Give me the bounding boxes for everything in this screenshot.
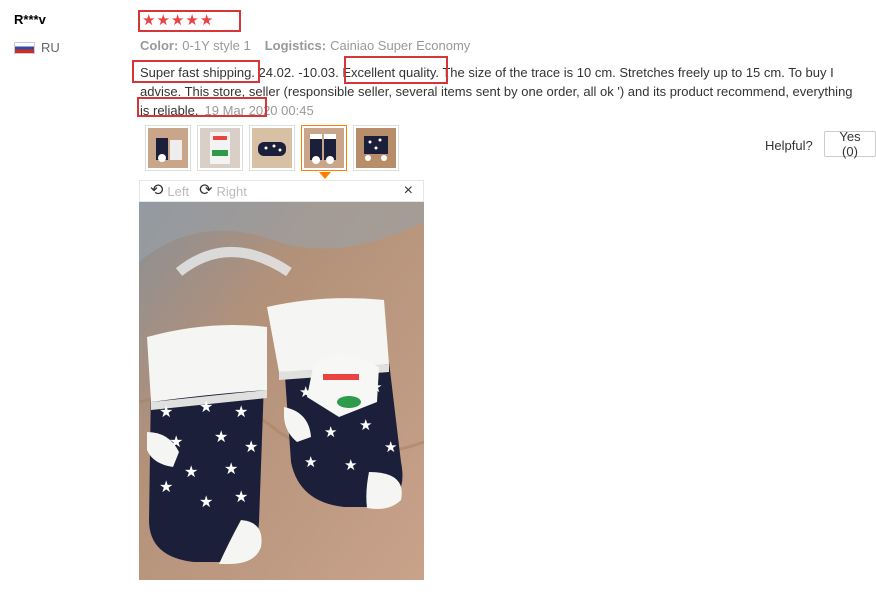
close-icon[interactable]: × <box>404 182 413 200</box>
rotate-left-icon: ⟲ <box>150 182 164 199</box>
rotate-right-button[interactable]: ⟳ Right <box>199 183 247 199</box>
active-thumbnail-indicator <box>319 172 331 179</box>
svg-text:★: ★ <box>169 434 183 451</box>
svg-text:★: ★ <box>159 404 173 421</box>
country-code: RU <box>41 40 60 55</box>
review-text-segment: . 24.02. -10.03. <box>251 65 343 80</box>
color-info: Color: 0-1Y style 1 <box>140 38 251 53</box>
svg-text:★: ★ <box>184 464 198 481</box>
review-highlight-quality: Excellent quality <box>342 65 436 80</box>
review-text-segment: . <box>194 103 199 118</box>
logistics-label: Logistics: <box>264 38 327 53</box>
color-label: Color: <box>140 38 179 53</box>
svg-text:★: ★ <box>344 457 357 474</box>
logistics-value: Cainiao Super Economy <box>330 38 471 53</box>
helpful-label: Helpful? <box>765 138 813 153</box>
photo-thumbnail[interactable] <box>197 125 243 171</box>
photo-thumbnail-active[interactable] <box>301 125 347 171</box>
rotate-right-icon: ⟳ <box>199 182 213 199</box>
star-icon: ★ <box>185 12 199 29</box>
rotate-left-label: Left <box>167 183 190 199</box>
image-viewer-toolbar: ⟲ Left ⟳ Right × <box>139 180 424 202</box>
svg-text:★: ★ <box>304 454 317 471</box>
star-icon: ★ <box>199 12 214 29</box>
star-icon: ★ <box>156 12 170 29</box>
photo-thumbnail[interactable] <box>145 125 191 171</box>
review-text: Super fast shipping. 24.02. -10.03. Exce… <box>140 63 865 120</box>
color-value: 0-1Y style 1 <box>182 38 251 53</box>
russia-flag-icon <box>14 41 35 54</box>
svg-text:★: ★ <box>359 417 372 434</box>
star-rating: ★ ★ ★ ★ ★ <box>138 10 241 32</box>
order-info: Color: 0-1Y style 1 Logistics: Cainiao Sup… <box>140 38 470 53</box>
svg-text:★: ★ <box>324 424 337 441</box>
review-highlight-shipping: Super fast shipping <box>140 65 252 80</box>
svg-text:★: ★ <box>234 489 248 506</box>
logistics-info: Logistics: Cainiao Super Economy <box>265 38 471 53</box>
review-date: 19 Mar 2020 00:45 <box>204 103 314 118</box>
star-icon: ★ <box>170 12 185 29</box>
svg-text:★: ★ <box>199 399 213 416</box>
star-icon: ★ <box>142 12 156 29</box>
svg-text:★: ★ <box>244 439 258 456</box>
svg-text:★: ★ <box>214 429 228 446</box>
reviewer-name: R***v <box>14 12 46 27</box>
reviewer-country: RU <box>14 40 60 55</box>
review-photo-thumbnails <box>145 125 399 171</box>
rotate-left-button[interactable]: ⟲ Left <box>150 183 189 199</box>
rotate-right-label: Right <box>216 183 247 199</box>
helpful-yes-button[interactable]: Yes (0) <box>824 129 876 159</box>
svg-text:★: ★ <box>234 404 248 421</box>
svg-text:★: ★ <box>159 479 173 496</box>
svg-text:★: ★ <box>384 439 397 456</box>
review-photo-large: ★★★ ★★★ ★★★ ★★ ★★★ ★★★ ★★ <box>139 202 424 580</box>
photo-thumbnail[interactable] <box>249 125 295 171</box>
photo-thumbnail[interactable] <box>353 125 399 171</box>
svg-text:★: ★ <box>224 461 238 478</box>
svg-text:★: ★ <box>199 494 213 511</box>
